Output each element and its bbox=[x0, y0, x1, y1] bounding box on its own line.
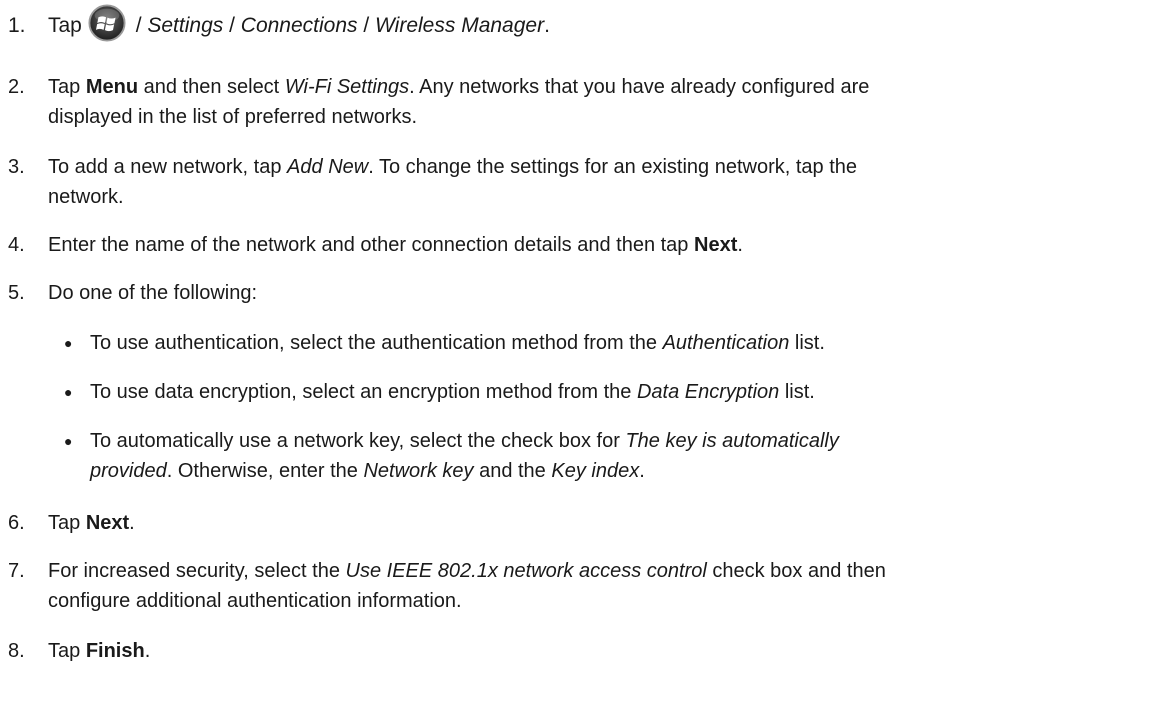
ui-term-finish: Finish bbox=[85, 640, 145, 662]
step-text-segment: list. bbox=[779, 381, 815, 403]
ui-term-menu: Menu bbox=[85, 76, 139, 98]
step-number: 3. bbox=[8, 156, 25, 178]
path-separator: / bbox=[129, 14, 148, 37]
step-text: Enter the name of the network and other … bbox=[48, 230, 1148, 260]
step-text-segment: Tap bbox=[48, 512, 86, 534]
step-text-segment: Tap bbox=[48, 76, 86, 98]
step-text-segment: Tap bbox=[48, 640, 86, 662]
step-text-segment: . To change the settings for an existing… bbox=[368, 156, 858, 178]
ui-term-next: Next bbox=[694, 234, 738, 256]
step-text-segment: Enter the name of the network and other … bbox=[48, 234, 694, 256]
ui-term-next: Next bbox=[85, 512, 130, 534]
step-text-segment: . Any networks that you have already con… bbox=[409, 76, 870, 98]
windows-start-icon bbox=[88, 4, 126, 42]
step-text-segment: . Otherwise, enter the bbox=[166, 460, 364, 482]
step-text-segment: configure additional authentication info… bbox=[48, 590, 462, 612]
step-text: Tap Menu and then select Wi-Fi Settings.… bbox=[48, 72, 1148, 132]
step-text: Tap / Settings / Connections / Wireless … bbox=[48, 4, 1148, 48]
step-text-segment: list. bbox=[789, 332, 825, 354]
step-text-segment: . bbox=[544, 14, 550, 37]
step-number: 4. bbox=[8, 234, 25, 256]
step-text-segment: To add a new network, tap bbox=[48, 156, 288, 178]
ui-term-key-provided: provided bbox=[90, 460, 167, 482]
step-text-segment: and then select bbox=[138, 76, 285, 98]
step-text-segment: check box and then bbox=[706, 560, 886, 582]
step-number: 2. bbox=[8, 76, 25, 98]
step-number: 8. bbox=[8, 640, 25, 662]
ui-term-network-key: Network key bbox=[363, 460, 474, 482]
ui-term-data-encryption: Data Encryption bbox=[636, 381, 780, 403]
ui-term-authentication: Authentication bbox=[662, 332, 790, 354]
instructions-document: 1. Tap / Settings / Connections / Wirele… bbox=[0, 0, 1159, 712]
step-text-segment: displayed in the list of preferred netwo… bbox=[48, 106, 418, 128]
ui-term-ieee-8021x: Use IEEE 802.1x network access control bbox=[345, 560, 707, 582]
step-text-segment: To automatically use a network key, sele… bbox=[90, 430, 626, 452]
step-text-segment: . bbox=[144, 640, 151, 662]
step-text-segment: . bbox=[639, 460, 645, 482]
step-text: Tap Finish. bbox=[48, 636, 1148, 666]
step-text-segment: Tap bbox=[48, 14, 82, 37]
step-text: For increased security, select the Use I… bbox=[48, 556, 1148, 616]
bullet-icon: ● bbox=[64, 433, 73, 449]
path-settings: Settings bbox=[147, 14, 224, 37]
path-wireless-manager: Wireless Manager bbox=[375, 14, 545, 37]
step-text-segment: For increased security, select the bbox=[48, 560, 346, 582]
ui-term-key-provided: The key is automatically bbox=[625, 430, 839, 452]
ui-term-add-new: Add New bbox=[287, 156, 369, 178]
step-text-segment: To use data encryption, select an encryp… bbox=[90, 381, 637, 403]
step-number: 7. bbox=[8, 560, 25, 582]
path-connections: Connections bbox=[240, 14, 358, 37]
ui-term-key-index: Key index bbox=[551, 460, 640, 482]
step-text-segment: . bbox=[129, 512, 135, 534]
step-text: To add a new network, tap Add New. To ch… bbox=[48, 152, 1148, 212]
step-text-segment: To use authentication, select the authen… bbox=[90, 332, 663, 354]
path-separator: / bbox=[357, 14, 376, 37]
bullet-text: To use authentication, select the authen… bbox=[90, 328, 1144, 358]
path-separator: / bbox=[223, 14, 241, 37]
step-number: 1. bbox=[8, 14, 26, 37]
bullet-icon: ● bbox=[64, 384, 73, 400]
step-text: Do one of the following: bbox=[48, 282, 258, 304]
ui-term-wifi-settings: Wi-Fi Settings bbox=[284, 76, 410, 98]
step-text-segment: and the bbox=[473, 460, 552, 482]
step-text: Tap Next. bbox=[48, 508, 1148, 538]
bullet-text: To automatically use a network key, sele… bbox=[90, 426, 1144, 486]
step-text-segment: . bbox=[737, 234, 743, 256]
step-text-segment: network. bbox=[48, 186, 124, 208]
bullet-icon: ● bbox=[64, 335, 73, 351]
step-number: 6. bbox=[8, 512, 25, 534]
bullet-text: To use data encryption, select an encryp… bbox=[90, 377, 1144, 407]
step-number: 5. bbox=[8, 282, 25, 304]
